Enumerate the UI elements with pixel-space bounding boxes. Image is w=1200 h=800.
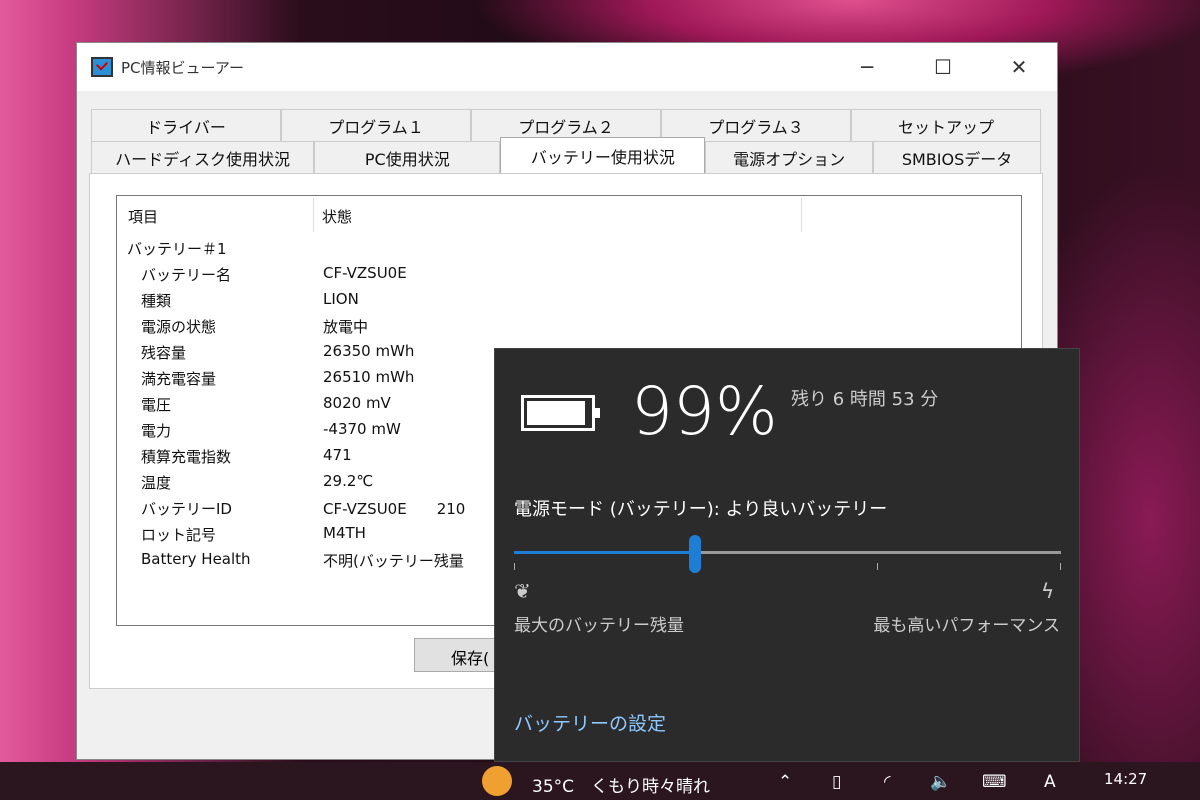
ime-indicator[interactable]: A — [1044, 772, 1056, 792]
row-label: バッテリーID — [141, 500, 232, 518]
taskbar: 35°C くもり時々晴れ ⌃ ▯ ◜ 🔈 ⌨ A 14:27 — [0, 762, 1200, 800]
power-mode-slider[interactable] — [514, 535, 1061, 573]
lightning-icon: ϟ — [1041, 579, 1055, 603]
row-label: 残容量 — [141, 344, 187, 362]
battery-tray-icon[interactable]: ▯ — [832, 772, 841, 792]
weather-text[interactable]: 35°C くもり時々晴れ — [532, 772, 710, 797]
best-performance-label: 最も高いパフォーマンス — [873, 616, 1060, 636]
tab-strip: ドライバー プログラム１ プログラム２ プログラム３ セットアップ ハードディス… — [91, 109, 1041, 173]
keyboard-icon[interactable]: ⌨ — [982, 772, 1007, 792]
close-button[interactable]: ✕ — [981, 43, 1057, 91]
row-value: 放電中 — [323, 318, 369, 336]
tab-smbios[interactable]: SMBIOSデータ — [873, 141, 1041, 173]
tab-driver[interactable]: ドライバー — [91, 109, 281, 141]
row-label: 満充電容量 — [141, 370, 217, 388]
slider-tick — [877, 563, 878, 570]
row-value: M4TH — [323, 524, 366, 542]
row-value: 不明(バッテリー残量 — [323, 552, 464, 570]
row-value: 8020 mV — [323, 394, 391, 412]
row-label: 積算充電指数 — [141, 448, 232, 466]
row-value: 29.2℃ — [323, 472, 374, 490]
clock[interactable]: 14:27 — [1104, 770, 1147, 788]
row-label: Battery Health — [141, 550, 251, 568]
battery-icon — [521, 395, 600, 431]
row-value: 26350 mWh — [323, 342, 415, 360]
tab-harddisk[interactable]: ハードディスク使用状況 — [91, 141, 315, 173]
row-label: 電源の状態 — [141, 318, 217, 336]
tab-program1[interactable]: プログラム１ — [281, 109, 471, 141]
column-item[interactable]: 項目 — [128, 206, 158, 227]
row-value: CF-VZSU0E 210 — [323, 500, 466, 518]
row-label: 種類 — [141, 292, 172, 310]
wifi-icon[interactable]: ◜ — [884, 772, 891, 792]
time-remaining: 残り 6 時間 53 分 — [791, 389, 939, 410]
row-label: ロット記号 — [141, 526, 217, 544]
list-header: 項目 状態 — [117, 196, 1021, 234]
weather-icon[interactable] — [482, 766, 512, 796]
volume-icon[interactable]: 🔈 — [930, 772, 951, 792]
row-value: 26510 mWh — [323, 368, 415, 386]
battery-flyout: 99% 残り 6 時間 53 分 電源モード (バッテリー): より良いバッテリ… — [494, 348, 1080, 762]
slider-thumb[interactable] — [688, 535, 701, 573]
slider-tick — [514, 563, 515, 570]
column-status[interactable]: 状態 — [322, 206, 352, 227]
slider-tick — [1060, 563, 1061, 570]
tab-setup[interactable]: セットアップ — [851, 109, 1041, 141]
row-value: CF-VZSU0E — [323, 264, 407, 282]
minimize-button[interactable]: ─ — [829, 43, 905, 91]
leaf-icon: ❦ — [514, 579, 531, 603]
row-label: 温度 — [141, 474, 172, 492]
slider-fill — [514, 551, 695, 554]
row-label: 電圧 — [141, 396, 172, 414]
app-icon — [91, 57, 113, 77]
maximize-button[interactable]: ☐ — [905, 43, 981, 91]
chevron-up-icon[interactable]: ⌃ — [778, 772, 792, 792]
tab-battery-usage[interactable]: バッテリー使用状況 — [500, 137, 706, 173]
row-value: LION — [323, 290, 359, 308]
tab-pc-usage[interactable]: PC使用状況 — [314, 141, 501, 173]
group-label: バッテリー＃1 — [127, 240, 227, 258]
battery-settings-link[interactable]: バッテリーの設定 — [514, 709, 666, 736]
best-battery-label: 最大のバッテリー残量 — [514, 616, 684, 636]
window-title: PC情報ビューアー — [121, 58, 245, 77]
power-mode-label: 電源モード (バッテリー): より良いバッテリー — [514, 499, 888, 520]
row-label: バッテリー名 — [141, 266, 232, 284]
row-value: -4370 mW — [323, 420, 401, 438]
battery-percent: 99% — [631, 373, 778, 450]
row-label: 電力 — [141, 422, 172, 440]
tab-power-options[interactable]: 電源オプション — [705, 141, 874, 173]
row-value: 471 — [323, 446, 352, 464]
title-bar: PC情報ビューアー ─ ☐ ✕ — [77, 43, 1057, 91]
